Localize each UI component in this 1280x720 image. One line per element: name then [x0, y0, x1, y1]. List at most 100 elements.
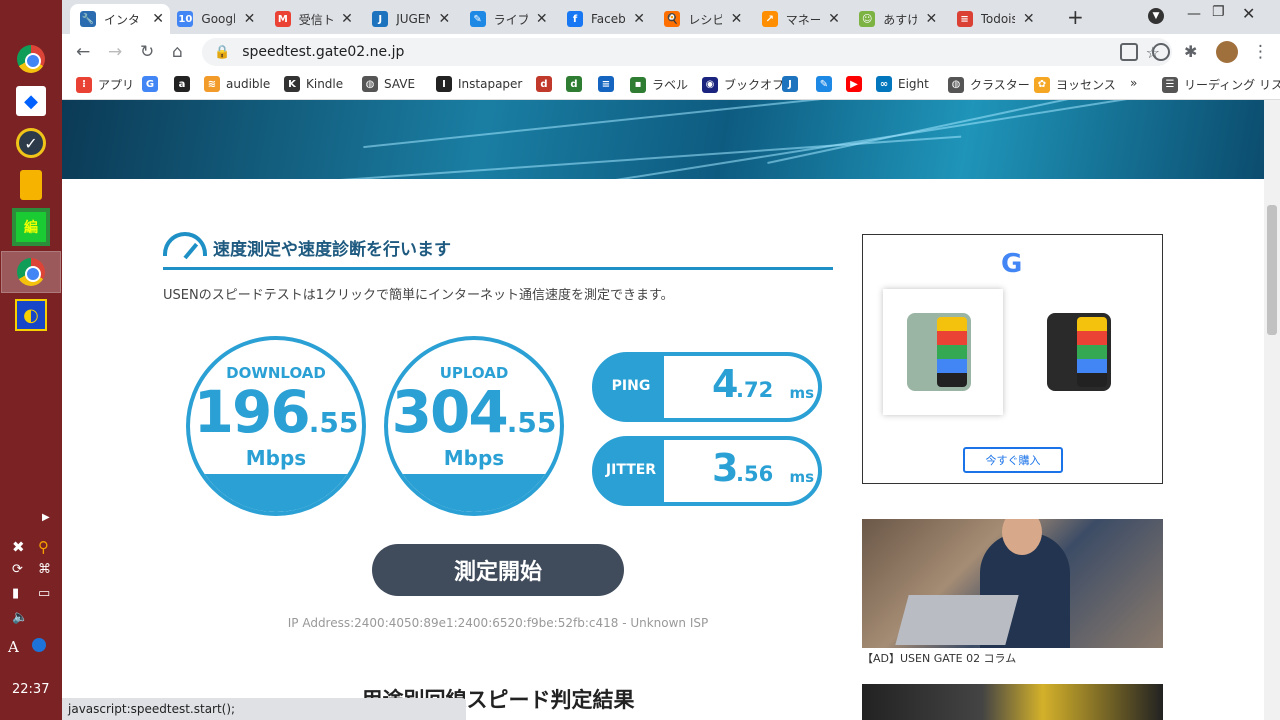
tab-search-icon[interactable]: ▼ [1148, 8, 1164, 24]
reload-icon[interactable]: ↻ [140, 42, 154, 62]
tab-close-icon[interactable]: ✕ [244, 11, 256, 27]
tray-expand-icon[interactable]: ▶ [42, 512, 50, 523]
taskbar-clock[interactable]: 22:37 [12, 682, 49, 697]
ping-value-dec: .72 [736, 378, 774, 402]
bookmark-item[interactable]: d [536, 76, 558, 92]
browser-tab[interactable]: M 受信ト ✕ [265, 4, 359, 34]
tab-close-icon[interactable]: ✕ [1023, 11, 1035, 27]
page-scrollbar[interactable] [1264, 100, 1280, 720]
jitter-value-dec: .56 [736, 462, 774, 486]
lock-icon[interactable]: 🔒 [214, 45, 230, 60]
extension-circle-icon[interactable] [1152, 43, 1170, 61]
tray-search-icon[interactable]: ⚲ [38, 538, 49, 556]
extensions-puzzle-icon[interactable]: ✱ [1184, 42, 1197, 61]
upload-meter-fill [388, 474, 560, 512]
bookmark-favicon-icon: ☰ [1162, 76, 1178, 93]
url-text[interactable]: speedtest.gate02.ne.jp [242, 44, 404, 60]
notes-taskbar-icon[interactable]: 編 [12, 208, 50, 246]
bookmark-item[interactable]: J [782, 76, 804, 92]
game-taskbar-icon[interactable]: ◐ [12, 296, 50, 334]
tray-volume-icon[interactable]: 🔈 [12, 610, 28, 625]
minimize-icon[interactable]: — [1187, 6, 1201, 22]
bookmark-item[interactable]: d [566, 76, 588, 92]
tab-close-icon[interactable]: ✕ [152, 11, 164, 27]
browser-tab[interactable]: 🔧 インター ✕ [70, 4, 170, 34]
tray-globe-icon[interactable] [32, 638, 46, 652]
bookmark-favicon-icon: d [566, 76, 582, 92]
bookmark-label: » [1130, 76, 1138, 90]
tray-gift-icon[interactable]: ⌘ [38, 562, 51, 577]
ime-indicator[interactable]: A [8, 638, 19, 656]
windows-start-icon[interactable] [14, 4, 46, 36]
tray-sync-icon[interactable]: ⟳ [12, 562, 23, 577]
bookmark-item[interactable]: ∞ Eight [876, 76, 929, 92]
bookmark-item[interactable]: I Instapaper [436, 76, 522, 92]
tray-app-icon[interactable]: ✖ [12, 538, 25, 556]
bookmark-label: Eight [898, 77, 929, 91]
forward-icon[interactable]: → [108, 42, 122, 62]
bookmark-item[interactable]: ☰ リーディング リスト [1162, 76, 1280, 93]
bookmark-item[interactable]: K Kindle [284, 76, 343, 92]
bookmark-item[interactable]: ◉ ブックオフ [702, 76, 784, 93]
tray-battery-icon[interactable]: ▮ [12, 586, 19, 601]
bookmark-item[interactable]: ▶ [846, 76, 868, 92]
chrome-menu-icon[interactable]: ⋮ [1252, 42, 1269, 62]
keep-taskbar-icon[interactable] [12, 166, 50, 204]
browser-tab[interactable]: f Faceb ✕ [557, 4, 651, 34]
todo-taskbar-icon[interactable]: ✓ [12, 124, 50, 162]
tab-close-icon[interactable]: ✕ [828, 11, 840, 27]
bookmark-item[interactable]: ✎ [816, 76, 838, 92]
column-ad-image[interactable] [862, 519, 1163, 648]
tab-close-icon[interactable]: ✕ [438, 11, 450, 27]
tab-close-icon[interactable]: ✕ [341, 11, 353, 27]
bookmark-label: SAVE [384, 77, 416, 91]
chrome-taskbar-icon[interactable] [12, 40, 50, 78]
bookmark-item[interactable]: ◍ SAVE [362, 76, 415, 92]
scrollbar-thumb[interactable] [1267, 205, 1277, 335]
bookmark-favicon-icon: G [142, 76, 158, 92]
column-ad-caption[interactable]: 【AD】USEN GATE 02 コラム [862, 650, 1016, 666]
bottom-ad-image[interactable] [862, 684, 1163, 720]
browser-tab[interactable]: 10 Googl ✕ [167, 4, 261, 34]
phone-card-green[interactable] [883, 289, 1003, 415]
dropbox-taskbar-icon[interactable]: ◆ [12, 82, 50, 120]
tab-close-icon[interactable]: ✕ [925, 11, 937, 27]
browser-tab[interactable]: 🍳 レシピを ✕ [654, 4, 748, 34]
back-icon[interactable]: ← [76, 42, 90, 62]
extension-chat-icon[interactable] [1120, 43, 1138, 61]
tray-network-icon[interactable]: ▭ [38, 586, 50, 601]
bookmark-label: アプリ [98, 78, 135, 92]
bookmark-item[interactable]: ◍ クラスター [948, 76, 1030, 93]
tab-close-icon[interactable]: ✕ [536, 11, 548, 27]
browser-tab[interactable]: ☺ あすけん ✕ [849, 4, 943, 34]
browser-tab[interactable]: ✎ ライブド ✕ [460, 4, 554, 34]
bookmark-item[interactable]: ✿ ヨッセンス [1034, 76, 1116, 93]
home-icon[interactable]: ⌂ [172, 42, 183, 62]
google-pixel-ad[interactable]: G 今すぐ購入 [862, 234, 1163, 484]
bookmark-item[interactable]: ⁝ アプリ [76, 76, 134, 93]
start-test-button[interactable]: 測定開始 [372, 544, 624, 596]
download-value-int: 196 [193, 378, 311, 446]
phone-card-black[interactable] [1023, 289, 1143, 415]
profile-avatar[interactable] [1216, 41, 1238, 63]
restore-icon[interactable]: ❐ [1212, 4, 1225, 20]
new-tab-button[interactable]: + [1067, 5, 1084, 29]
tab-title: Googl [201, 12, 236, 26]
buy-now-button[interactable]: 今すぐ購入 [963, 447, 1063, 473]
bookmark-item[interactable]: » [1130, 76, 1137, 90]
bookmark-item[interactable]: G [142, 76, 164, 92]
bookmark-item[interactable]: a [174, 76, 196, 92]
chrome-active-taskbar-icon[interactable] [1, 251, 61, 293]
bookmark-item[interactable]: ≋ audible [204, 76, 270, 92]
bookmark-favicon-icon: ◉ [702, 76, 718, 93]
browser-tab[interactable]: J JUGEN ✕ [362, 4, 456, 34]
tab-close-icon[interactable]: ✕ [731, 11, 743, 27]
browser-tab[interactable]: ↗ マネーフ ✕ [752, 4, 846, 34]
tab-favicon-icon: 🍳 [664, 11, 681, 27]
bookmark-item[interactable]: ≡ [598, 76, 620, 92]
address-bar[interactable]: 🔒 speedtest.gate02.ne.jp ☆ [202, 38, 1172, 66]
close-window-icon[interactable]: ✕ [1242, 4, 1255, 23]
tab-close-icon[interactable]: ✕ [633, 11, 645, 27]
bookmark-item[interactable]: ▪ ラベル [630, 76, 688, 93]
browser-tab[interactable]: ≡ Todois ✕ [947, 4, 1041, 34]
